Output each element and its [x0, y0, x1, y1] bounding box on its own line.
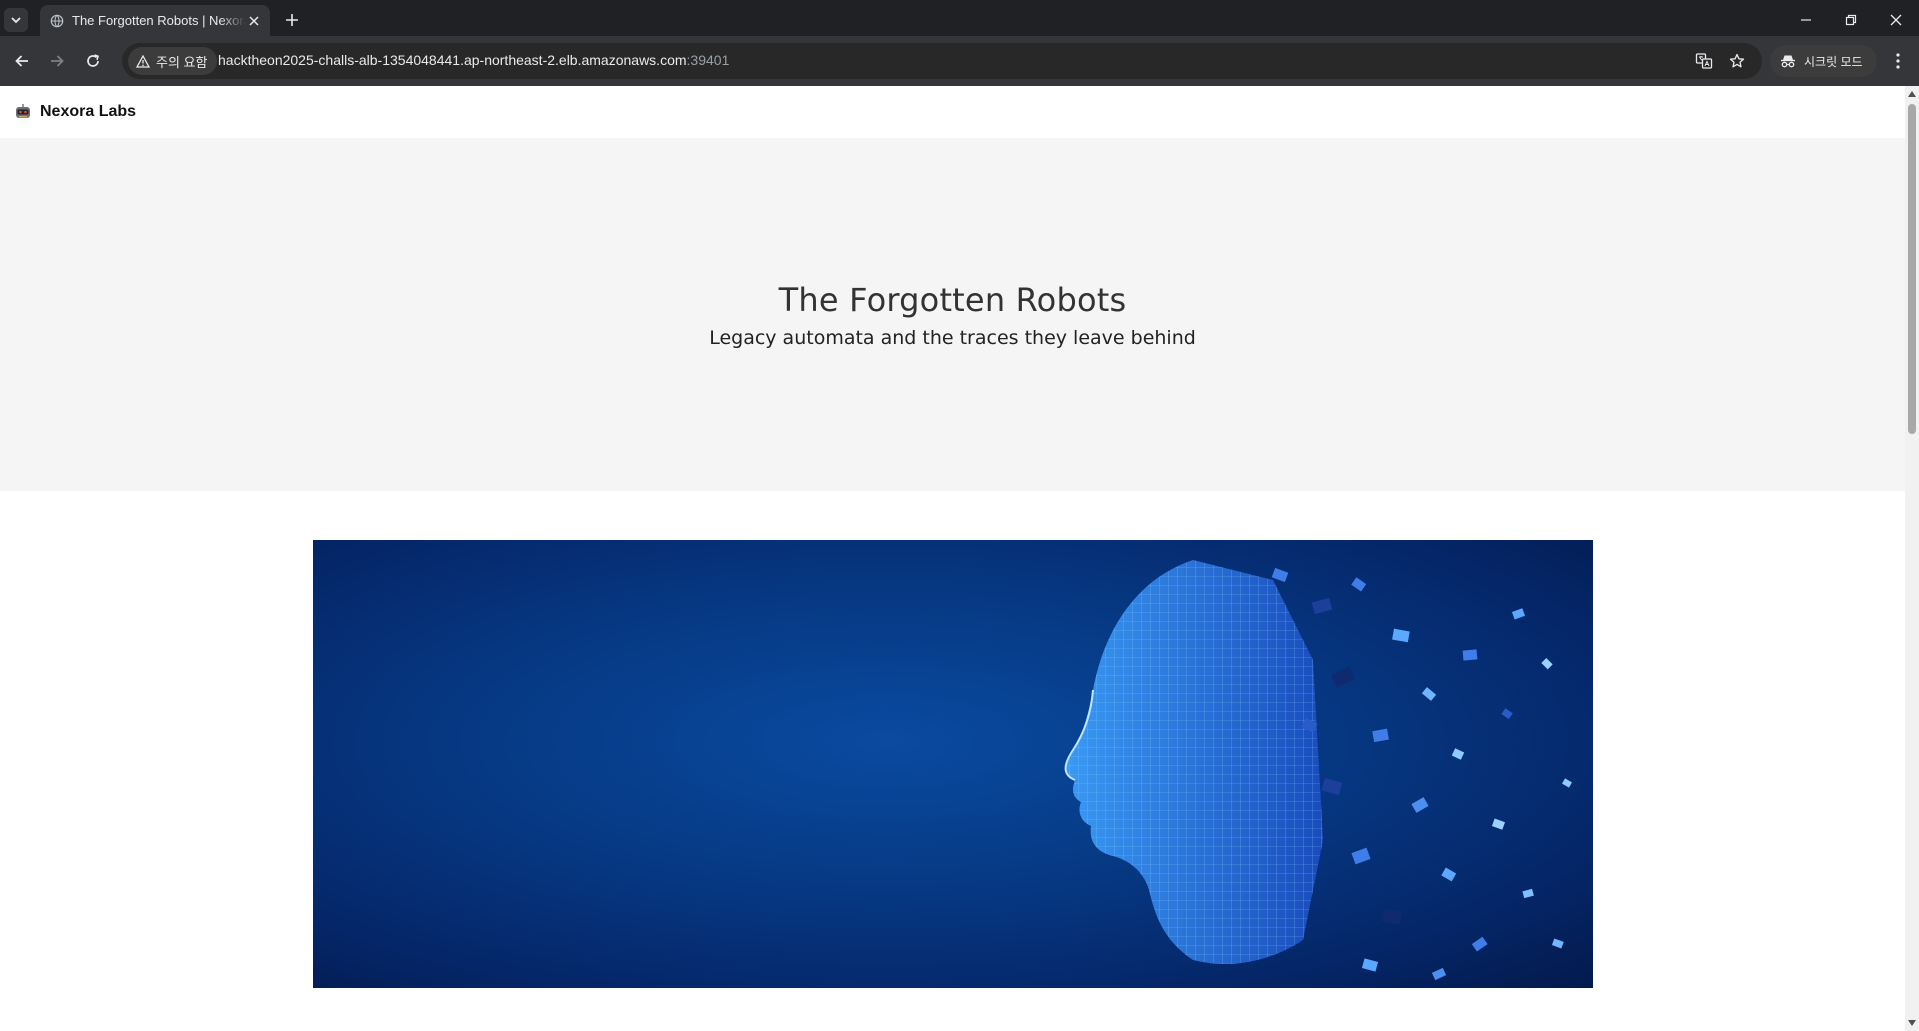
more-vertical-icon	[1896, 53, 1900, 69]
arrow-left-icon	[15, 55, 28, 67]
browser-toolbar: 주의 요함 hacktheon2025-challs-alb-135404844…	[0, 36, 1919, 86]
tab-title: The Forgotten Robots | Nexora Labs	[72, 13, 246, 28]
scroll-up-arrow[interactable]	[1908, 90, 1916, 98]
security-indicator[interactable]: 주의 요함	[128, 47, 218, 75]
robot-logo-icon[interactable]	[14, 103, 32, 121]
url-host: hacktheon2025-challs-alb-1354048441.ap-n…	[218, 52, 687, 68]
bookmark-button[interactable]	[1725, 49, 1749, 73]
address-bar[interactable]: 주의 요함 hacktheon2025-challs-alb-135404844…	[122, 43, 1762, 79]
star-icon	[1729, 53, 1745, 68]
chevron-down-icon	[11, 17, 21, 24]
url-port: :39401	[686, 52, 730, 68]
banner-image	[313, 540, 1593, 988]
scrollbar-thumb[interactable]	[1908, 104, 1916, 434]
active-tab[interactable]: The Forgotten Robots | Nexora Labs	[40, 5, 270, 36]
reload-icon	[87, 54, 99, 67]
restore-icon	[1845, 14, 1857, 26]
globe-icon	[50, 14, 64, 27]
tab-strip: The Forgotten Robots | Nexora Labs	[0, 0, 1919, 36]
triangle-down-icon	[1908, 1020, 1916, 1026]
browser-menu-button[interactable]	[1886, 49, 1910, 73]
warning-icon	[136, 54, 150, 68]
translate-icon	[1695, 53, 1713, 69]
brand-name[interactable]: Nexora Labs	[40, 103, 136, 121]
window-close-button[interactable]	[1874, 6, 1918, 34]
url-text[interactable]: hacktheon2025-challs-alb-1354048441.ap-n…	[218, 52, 729, 68]
scroll-down-arrow[interactable]	[1908, 1019, 1916, 1027]
page-title: The Forgotten Robots	[778, 280, 1127, 319]
restore-button[interactable]	[1829, 6, 1873, 34]
page-viewport: Nexora Labs The Forgotten Robots Legacy …	[0, 86, 1905, 1031]
reload-button[interactable]	[81, 49, 105, 73]
incognito-label: 시크릿 모드	[1804, 54, 1863, 69]
incognito-icon	[1781, 55, 1795, 68]
security-warning-label: 주의 요함	[156, 54, 208, 70]
minimize-button[interactable]	[1784, 6, 1828, 34]
arrow-right-icon	[51, 55, 64, 67]
close-icon	[249, 15, 259, 26]
hero-section: The Forgotten Robots Legacy automata and…	[0, 138, 1905, 491]
tab-close-button[interactable]	[246, 13, 262, 29]
translate-button[interactable]	[1692, 49, 1716, 73]
forward-button[interactable]	[45, 49, 69, 73]
close-icon	[1890, 14, 1902, 26]
incognito-indicator[interactable]: 시크릿 모드	[1770, 45, 1877, 77]
ai-face-illustration	[1064, 560, 1572, 981]
page-subtitle: Legacy automata and the traces they leav…	[709, 326, 1196, 349]
triangle-up-icon	[1908, 91, 1916, 97]
page-scrollbar[interactable]	[1905, 86, 1919, 1031]
new-tab-button[interactable]	[282, 10, 302, 30]
plus-icon	[286, 14, 298, 26]
tab-search-button[interactable]	[4, 8, 28, 32]
minimize-icon	[1801, 19, 1811, 21]
site-header: Nexora Labs	[0, 86, 1905, 138]
back-button[interactable]	[10, 49, 34, 73]
